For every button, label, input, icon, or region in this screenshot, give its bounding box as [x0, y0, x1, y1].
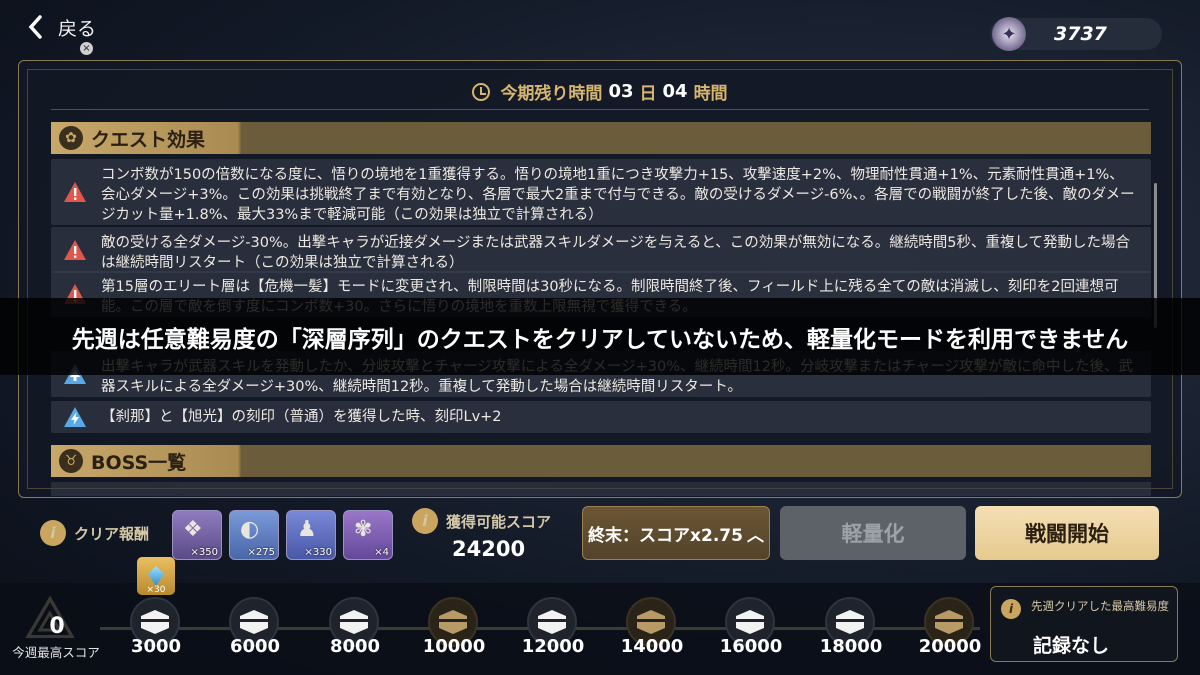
- divider: [51, 109, 1149, 110]
- reward-item-disc[interactable]: ◐ ×275: [229, 510, 279, 560]
- boss-list-header[interactable]: ♉ BOSS一覧: [51, 445, 1151, 477]
- chest-icon: [935, 610, 963, 634]
- currency-icon: ✦: [992, 17, 1026, 51]
- info-icon: i: [412, 508, 438, 534]
- milestone-score: 14000: [620, 636, 684, 657]
- quest-effect-text: コンボ数が150の倍数になる度に、悟りの境地を1重獲得する。悟りの境地1重につき…: [101, 167, 1135, 223]
- timer-hours: 04: [662, 81, 688, 102]
- clear-reward-text: クリア報酬: [74, 524, 150, 543]
- milestone-score: 12000: [521, 636, 585, 657]
- currency-value: 3737: [1054, 23, 1107, 45]
- quest-panel: 今期残り時間 03 日 04 時間 ✿ クエスト効果 コンボ数が150の倍数にな…: [18, 60, 1182, 498]
- milestone-score: 8000: [329, 636, 381, 657]
- currency-display: ✦ 3737: [990, 17, 1162, 51]
- chest-icon: [141, 610, 169, 634]
- lightweight-button[interactable]: 軽量化: [780, 506, 966, 560]
- quest-effects-header: ✿ クエスト効果: [51, 122, 1151, 154]
- reward-qty: ×330: [304, 547, 332, 558]
- clock-icon: [472, 82, 491, 101]
- crystal-qty: ×30: [146, 585, 166, 595]
- milestone-score: 18000: [819, 636, 883, 657]
- timer-days: 03: [608, 81, 634, 102]
- back-button[interactable]: 戻る: [26, 12, 96, 42]
- info-icon: i: [40, 520, 66, 546]
- chest-icon: [340, 610, 368, 634]
- reward-qty: ×275: [247, 547, 275, 558]
- chest-icon: [240, 610, 268, 634]
- boss-list-title: BOSS一覧: [91, 451, 187, 474]
- quest-effect-row: 【刹那】と【旭光】の刻印（普通）を獲得した時、刻印Lv+2: [51, 401, 1151, 433]
- crystal-reward[interactable]: ×30: [137, 557, 175, 595]
- notice-banner: 先週は任意難易度の「深層序列」のクエストをクリアしていないため、軽量化モードを利…: [0, 298, 1200, 375]
- milestone-score: 20000: [918, 636, 982, 657]
- milestone-score: 6000: [229, 636, 281, 657]
- week-best-score: 0: [49, 614, 65, 639]
- bolt-icon: [64, 407, 86, 427]
- quest-effects-title: クエスト効果: [91, 128, 206, 151]
- penguin-icon: ♟: [297, 517, 317, 542]
- warning-icon: [64, 182, 86, 202]
- best-difficulty-value: 記録なし: [1033, 635, 1110, 657]
- clear-reward-label[interactable]: i クリア報酬: [40, 520, 149, 546]
- back-label: 戻る: [58, 17, 97, 40]
- notice-text: 先週は任意難易度の「深層序列」のクエストをクリアしていないため、軽量化モードを利…: [71, 326, 1129, 353]
- milestone-score: 3000: [130, 636, 182, 657]
- obtainable-score-label[interactable]: i 獲得可能スコア: [412, 508, 551, 534]
- quest-effect-row: 敵の受ける全ダメージ-30%。出撃キャラが近接ダメージまたは武器スキルダメージを…: [51, 227, 1151, 273]
- difficulty-mode-button[interactable]: 終末：スコアx2.75 ︿: [582, 506, 770, 560]
- reward-item-penguin[interactable]: ♟ ×330: [286, 510, 336, 560]
- start-battle-button[interactable]: 戦闘開始: [975, 506, 1159, 560]
- chest-icon: [736, 610, 764, 634]
- milestone-score: 10000: [422, 636, 486, 657]
- crystal-icon: [148, 566, 164, 586]
- obtainable-score-text: 獲得可能スコア: [446, 512, 552, 531]
- info-icon: i: [1001, 599, 1021, 619]
- chevron-left-icon: [28, 15, 42, 39]
- flower-icon: ✾: [354, 517, 373, 542]
- timer-hours-unit: 時間: [693, 84, 728, 104]
- obtainable-score-value: 24200: [452, 537, 526, 561]
- mode-label: 終末：スコアx2.75: [588, 525, 743, 546]
- timer-prefix: 今期残り時間: [500, 84, 603, 104]
- best-info-button[interactable]: i: [1001, 599, 1021, 619]
- effects-icon: ✿: [59, 126, 83, 150]
- quest-effect-text: 【刹那】と【旭光】の刻印（普通）を獲得した時、刻印Lv+2: [101, 409, 502, 425]
- best-difficulty-title: 先週クリアした最高難易度: [1031, 599, 1169, 613]
- boss-horns-icon: ♉: [59, 449, 83, 473]
- reward-item-sigil[interactable]: ❖ ×350: [172, 510, 222, 560]
- quest-effect-row: コンボ数が150の倍数になる度に、悟りの境地を1重獲得する。悟りの境地1重につき…: [51, 159, 1151, 225]
- milestone-score: 16000: [719, 636, 783, 657]
- boss-list-strip: [51, 482, 1151, 496]
- close-icon[interactable]: ×: [80, 42, 93, 55]
- timer-days-unit: 日: [639, 84, 657, 104]
- chest-icon: [637, 610, 665, 634]
- warning-icon: [64, 240, 86, 260]
- best-difficulty-box: i 先週クリアした最高難易度 記録なし: [990, 586, 1178, 662]
- chevron-up-icon: ︿: [746, 525, 764, 546]
- sigil-icon: ❖: [183, 517, 203, 542]
- chest-icon: [538, 610, 566, 634]
- reward-qty: ×4: [374, 547, 389, 558]
- chest-icon: [439, 610, 467, 634]
- reward-item-flower[interactable]: ✾ ×4: [343, 510, 393, 560]
- reward-qty: ×350: [190, 547, 218, 558]
- period-timer: 今期残り時間 03 日 04 時間: [19, 79, 1181, 104]
- week-best-label: 今週最高スコア: [12, 645, 100, 660]
- quest-effect-text: 敵の受ける全ダメージ-30%。出撃キャラが近接ダメージまたは武器スキルダメージを…: [101, 235, 1131, 271]
- disc-icon: ◐: [240, 517, 260, 542]
- chest-icon: [836, 610, 864, 634]
